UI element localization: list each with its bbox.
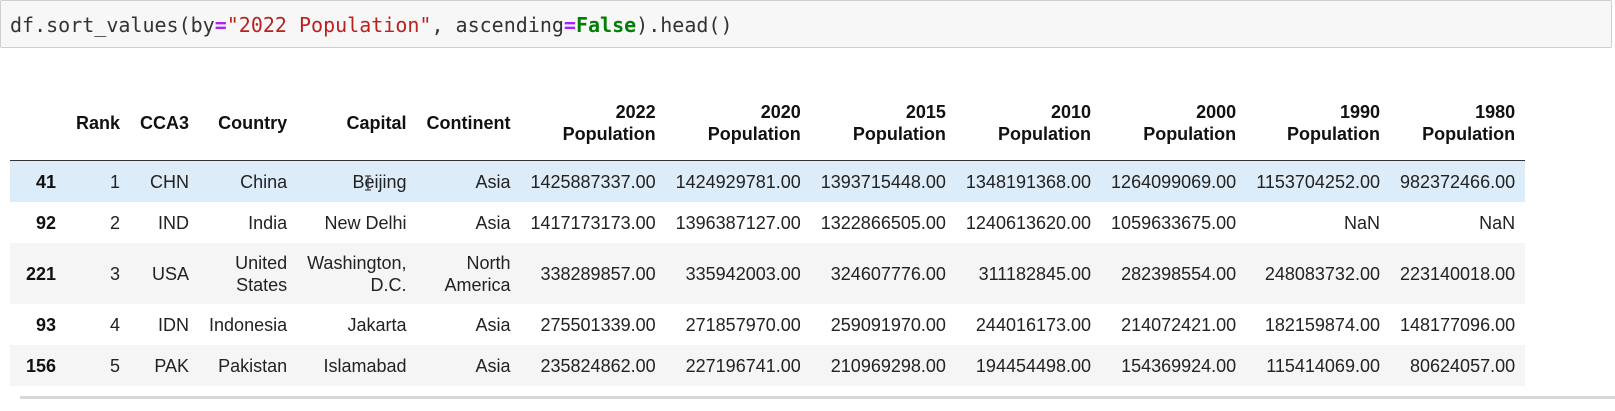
cell-pop-2010: 1348191368.00	[955, 160, 1102, 202]
cell-continent: Asia	[416, 202, 521, 243]
cell-cca3: IDN	[130, 304, 200, 345]
row-index: 221	[10, 243, 66, 304]
cell-pop-1980: 223140018.00	[1389, 243, 1526, 304]
cell-pop-2022: 1425887337.00	[520, 160, 666, 202]
cell-country: Pakistan	[199, 345, 298, 386]
cell-country: China	[199, 160, 298, 202]
notebook-output: df.sort_values(by="2022 Population", asc…	[0, 0, 1615, 411]
cell-pop-2010: 244016173.00	[955, 304, 1102, 345]
cell-pop-2015: 324607776.00	[810, 243, 956, 304]
index-header	[10, 85, 66, 161]
cell-pop-1990: NaN	[1246, 202, 1390, 243]
table-row: 93 4 IDN Indonesia Jakarta Asia 27550133…	[10, 304, 1526, 345]
cell-cca3: PAK	[130, 345, 200, 386]
cell-pop-1980: 80624057.00	[1389, 345, 1526, 386]
code-operator: =	[214, 13, 227, 37]
cell-continent: Asia	[416, 304, 521, 345]
cell-rank: 1	[66, 160, 131, 202]
cell-pop-1980: NaN	[1389, 202, 1526, 243]
cell-country: United States	[199, 243, 298, 304]
cell-pop-2022: 275501339.00	[520, 304, 666, 345]
cell-cca3: USA	[130, 243, 200, 304]
code-argument-name: , ascending	[431, 13, 564, 37]
horizontal-scrollbar[interactable]	[20, 396, 1615, 399]
cell-pop-1990: 182159874.00	[1246, 304, 1390, 345]
cell-rank: 4	[66, 304, 131, 345]
table-row: 92 2 IND India New Delhi Asia 1417173173…	[10, 202, 1526, 243]
cell-pop-2022: 1417173173.00	[520, 202, 666, 243]
row-index: 41	[10, 160, 66, 202]
column-header-1980-population: 1980 Population	[1389, 85, 1526, 161]
column-header-2022-population: 2022 Population	[520, 85, 666, 161]
cell-rank: 2	[66, 202, 131, 243]
cell-pop-2000: 214072421.00	[1101, 304, 1247, 345]
cell-pop-2015: 259091970.00	[810, 304, 956, 345]
dataframe-table: Rank CCA3 Country Capital Continent 2022…	[10, 85, 1526, 386]
cell-pop-1980: 148177096.00	[1389, 304, 1526, 345]
cell-pop-2015: 210969298.00	[810, 345, 956, 386]
cell-pop-2020: 335942003.00	[665, 243, 811, 304]
code-operator: =	[563, 13, 576, 37]
code-cell-input[interactable]: df.sort_values(by="2022 Population", asc…	[0, 0, 1612, 48]
cell-continent: North America	[416, 243, 521, 304]
cell-pop-2022: 338289857.00	[520, 243, 666, 304]
cell-rank: 3	[66, 243, 131, 304]
cell-pop-1980: 982372466.00	[1389, 160, 1526, 202]
cell-pop-1990: 248083732.00	[1246, 243, 1390, 304]
cell-pop-2020: 227196741.00	[665, 345, 811, 386]
cell-pop-2020: 271857970.00	[665, 304, 811, 345]
cell-country: Indonesia	[199, 304, 298, 345]
column-header-capital: Capital	[297, 85, 417, 161]
cell-capital: Beijing	[297, 160, 417, 202]
cell-pop-1990: 115414069.00	[1246, 345, 1390, 386]
cell-pop-2000: 282398554.00	[1101, 243, 1247, 304]
cell-pop-2020: 1424929781.00	[665, 160, 811, 202]
cell-pop-2020: 1396387127.00	[665, 202, 811, 243]
column-header-cca3: CCA3	[130, 85, 200, 161]
column-header-1990-population: 1990 Population	[1246, 85, 1390, 161]
cell-continent: Asia	[416, 345, 521, 386]
row-index: 93	[10, 304, 66, 345]
column-header-continent: Continent	[416, 85, 521, 161]
cell-rank: 5	[66, 345, 131, 386]
column-header-rank: Rank	[66, 85, 131, 161]
cell-pop-1990: 1153704252.00	[1246, 160, 1390, 202]
cell-cca3: CHN	[130, 160, 200, 202]
cell-pop-2000: 1059633675.00	[1101, 202, 1247, 243]
table-row: 221 3 USA United States Washington, D.C. N…	[10, 243, 1526, 304]
cell-capital: Jakarta	[297, 304, 417, 345]
column-header-2010-population: 2010 Population	[955, 85, 1102, 161]
code-string-argument: "2022 Population"	[226, 13, 432, 37]
cell-capital: Islamabad	[297, 345, 417, 386]
cell-pop-2000: 1264099069.00	[1101, 160, 1247, 202]
row-index: 156	[10, 345, 66, 386]
cell-continent: Asia	[416, 160, 521, 202]
cell-pop-2015: 1393715448.00	[810, 160, 956, 202]
cell-capital: Washington, D.C.	[297, 243, 417, 304]
column-header-2020-population: 2020 Population	[665, 85, 811, 161]
column-header-2015-population: 2015 Population	[810, 85, 956, 161]
column-header-2000-population: 2000 Population	[1101, 85, 1247, 161]
table-row: 156 5 PAK Pakistan Islamabad Asia 235824…	[10, 345, 1526, 386]
cell-country: India	[199, 202, 298, 243]
code-keyword: False	[575, 13, 637, 37]
cell-pop-2015: 1322866505.00	[810, 202, 956, 243]
cell-pop-2010: 194454498.00	[955, 345, 1102, 386]
cell-capital: New Delhi	[297, 202, 417, 243]
table-row: 41 1 CHN China Beijing Asia 1425887337.0…	[10, 160, 1526, 202]
code-method-tail: ).head()	[636, 13, 733, 37]
cell-pop-2010: 1240613620.00	[955, 202, 1102, 243]
table-header-row: Rank CCA3 Country Capital Continent 2022…	[10, 85, 1526, 161]
cell-pop-2022: 235824862.00	[520, 345, 666, 386]
row-index: 92	[10, 202, 66, 243]
cell-pop-2010: 311182845.00	[955, 243, 1102, 304]
cell-pop-2000: 154369924.00	[1101, 345, 1247, 386]
code-call: df.sort_values(by	[10, 13, 215, 37]
cell-cca3: IND	[130, 202, 200, 243]
column-header-country: Country	[199, 85, 298, 161]
code-line[interactable]: df.sort_values(by="2022 Population", asc…	[10, 13, 733, 37]
